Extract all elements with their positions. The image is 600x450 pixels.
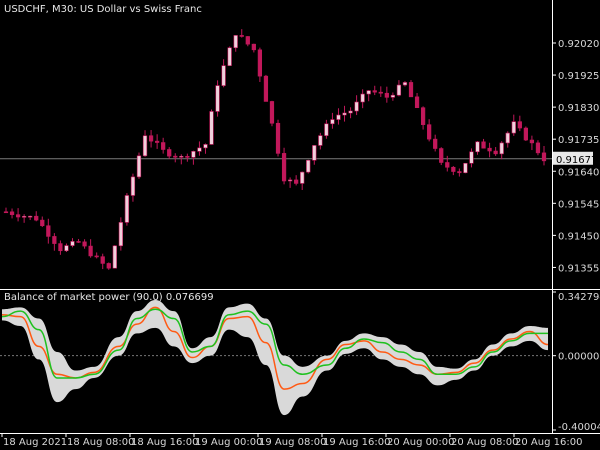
candle — [136, 152, 142, 179]
indicator-axis-label: -0.400045 — [558, 422, 600, 433]
time-axis-label: 18 Aug 08:00 — [67, 437, 134, 448]
indicator-axis-label: 0.000000 — [558, 352, 600, 363]
price-axis-label: 0.91640 — [558, 167, 599, 178]
candle — [269, 100, 275, 127]
candle — [281, 147, 287, 185]
price-axis-label: 0.91925 — [558, 71, 599, 82]
candle — [463, 162, 468, 174]
candle — [118, 217, 123, 251]
time-axis-label: 20 Aug 16:00 — [515, 437, 582, 448]
candle — [523, 126, 528, 142]
time-axis-label: 19 Aug 00:00 — [195, 437, 262, 448]
candle — [215, 80, 220, 117]
time-axis-label: 19 Aug 08:00 — [259, 437, 326, 448]
candle — [263, 74, 269, 102]
time-axis-label: 18 Aug 2021 — [3, 437, 67, 448]
candle — [112, 245, 117, 269]
time-axis-label: 20 Aug 08:00 — [451, 437, 518, 448]
time-axis-label: 18 Aug 16:00 — [131, 437, 198, 448]
indicator-axis-label: 0.342794 — [558, 292, 600, 303]
candle — [306, 159, 311, 174]
price-axis-label: 0.91355 — [558, 263, 599, 274]
candle — [124, 193, 130, 226]
price-axis-label: 0.91545 — [558, 199, 599, 210]
chart-title: USDCHF, M30: US Dollar vs Swiss Franc — [4, 4, 202, 15]
indicator-title: Balance of market power (90.0) 0.076699 — [4, 292, 214, 303]
price-axis-label: 0.91735 — [558, 135, 599, 146]
price-axis-label: 0.91450 — [558, 231, 599, 242]
time-axis-label: 19 Aug 16:00 — [323, 437, 390, 448]
current-price-tag: 0.91677 — [553, 151, 597, 166]
candle — [408, 80, 414, 98]
trading-chart[interactable]: USDCHF, M30: US Dollar vs Swiss Franc Ba… — [0, 0, 600, 450]
price-axis-label: 0.92020 — [558, 39, 599, 50]
candle — [439, 147, 444, 166]
candle — [227, 46, 232, 66]
time-axis-label: 20 Aug 00:00 — [387, 437, 454, 448]
candle — [209, 109, 214, 145]
current-price-label: 0.91677 — [556, 155, 597, 166]
price-axis-label: 0.91830 — [558, 103, 599, 114]
candle — [275, 119, 281, 157]
